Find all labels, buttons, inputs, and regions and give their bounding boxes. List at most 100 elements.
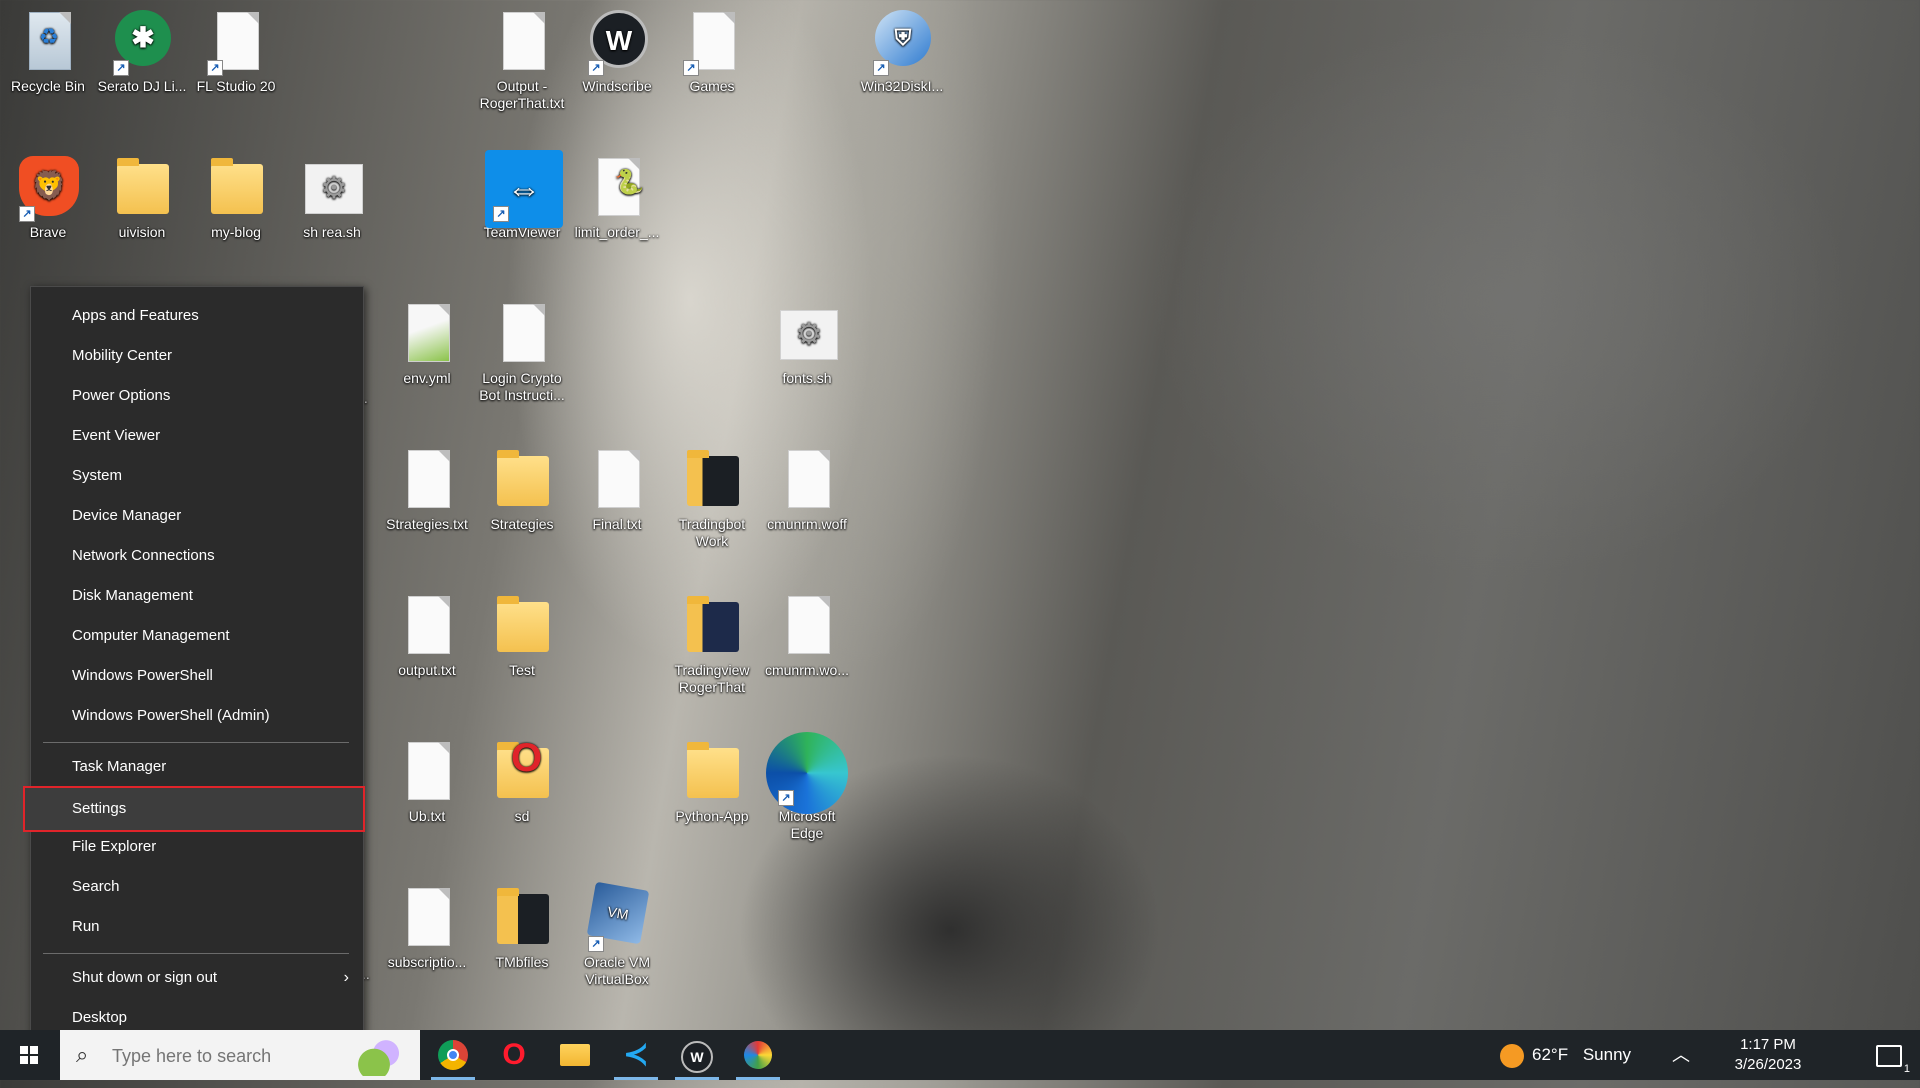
desktop-icon-tmbfiles[interactable]: TMbfiles	[474, 878, 570, 971]
taskbar-paint[interactable]	[728, 1030, 788, 1080]
menu-item-apps-features[interactable]: Apps and Features	[31, 297, 361, 335]
taskbar-file-explorer[interactable]	[545, 1030, 605, 1080]
icon-label: Login Crypto Bot Instructi...	[479, 370, 565, 403]
desktop-icon-games[interactable]: ↗ Games	[664, 2, 760, 95]
desktop-icon-tradingview[interactable]: Tradingview RogerThat	[664, 586, 760, 696]
menu-item-run[interactable]: Run	[31, 908, 361, 946]
win32-disk-imager-icon: ⛨ ↗	[871, 10, 933, 76]
menu-separator	[43, 742, 349, 743]
menu-item-shut-down[interactable]: Shut down or sign out ›	[31, 959, 361, 997]
icon-label: limit_order_...	[574, 224, 660, 240]
folder-icon	[111, 156, 173, 220]
icon-label: Games	[689, 78, 735, 94]
desktop-icon-tradingbot-work[interactable]: Tradingbot Work	[664, 440, 760, 550]
desktop-icon-brave[interactable]: 🦁 ↗ Brave	[0, 148, 96, 241]
desktop-icon-test[interactable]: Test	[474, 586, 570, 679]
icon-label: cmunrm.wo...	[764, 662, 849, 678]
desktop-icon-login-crypto[interactable]: Login Crypto Bot Instructi...	[474, 294, 570, 404]
taskbar-chrome[interactable]	[423, 1030, 483, 1080]
icon-label: env.yml	[403, 370, 451, 386]
folder-icon	[491, 886, 553, 950]
file-icon	[776, 448, 838, 512]
folder-icon	[491, 594, 553, 658]
menu-item-network-connections[interactable]: Network Connections	[31, 537, 361, 575]
file-icon: ↗	[681, 10, 743, 76]
menu-item-search[interactable]: Search	[31, 868, 361, 906]
desktop-icon-fonts-sh[interactable]: ⚙ fonts.sh	[759, 294, 855, 387]
taskbar-opera[interactable]: O	[484, 1030, 544, 1080]
icon-label: Serato DJ Li...	[97, 78, 187, 94]
desktop-icon-fl-studio[interactable]: ↗ FL Studio 20	[188, 2, 284, 95]
taskbar-vscode[interactable]: ≺	[606, 1030, 666, 1080]
menu-item-disk-management[interactable]: Disk Management	[31, 577, 361, 615]
text-file-icon	[491, 10, 553, 74]
desktop-icon-sd[interactable]: O sd	[474, 732, 570, 825]
desktop-icon-teamviewer[interactable]: ⇔ ↗ TeamViewer	[474, 148, 570, 241]
script-file-icon: ⚙	[776, 302, 838, 366]
menu-item-windows-powershell-admin[interactable]: Windows PowerShell (Admin)	[31, 697, 361, 735]
desktop-icon-ub-txt[interactable]: Ub.txt	[379, 732, 475, 825]
desktop-icon-uivision[interactable]: uivision	[94, 148, 190, 241]
search-input[interactable]	[110, 1040, 354, 1072]
desktop-icon-env-yml[interactable]: env.yml	[379, 294, 475, 387]
desktop-icon-win32diskimager[interactable]: ⛨ ↗ Win32DiskI...	[854, 2, 950, 95]
menu-item-task-manager[interactable]: Task Manager	[31, 748, 361, 786]
desktop-icon-strategies[interactable]: Strategies	[474, 440, 570, 533]
text-file-icon	[396, 594, 458, 658]
desktop-icon-serato[interactable]: ✱ ↗ Serato DJ Li...	[94, 2, 190, 95]
start-button[interactable]	[0, 1030, 58, 1080]
menu-item-event-viewer[interactable]: Event Viewer	[31, 417, 361, 455]
desktop-icon-microsoft-edge[interactable]: ↗ Microsoft Edge	[759, 732, 855, 842]
text-file-icon	[586, 448, 648, 512]
weather-widget[interactable]: 62°F Sunny	[1500, 1030, 1650, 1080]
action-center[interactable]: 1	[1864, 1030, 1914, 1080]
desktop-icon-cmunrm-woff[interactable]: cmunrm.woff	[759, 440, 855, 533]
taskbar-search[interactable]: ⌕	[60, 1030, 420, 1080]
fl-studio-icon: ↗	[205, 10, 267, 76]
desktop-icon-python-app[interactable]: Python-App	[664, 732, 760, 825]
icon-label: fonts.sh	[782, 370, 832, 386]
text-file-icon	[396, 740, 458, 804]
show-hidden-icons[interactable]: ︿	[1666, 1030, 1696, 1080]
desktop-icon-subscription[interactable]: subscriptio...	[379, 878, 475, 971]
menu-item-windows-powershell[interactable]: Windows PowerShell	[31, 657, 361, 695]
folder-icon	[491, 448, 553, 512]
menu-item-mobility-center[interactable]: Mobility Center	[31, 337, 361, 375]
desktop-icon-my-blog[interactable]: my-blog	[188, 148, 284, 241]
desktop-icon-limit-order[interactable]: 🐍 limit_order_...	[569, 148, 665, 241]
menu-item-settings[interactable]: Settings	[23, 786, 365, 832]
icon-label: cmunrm.woff	[767, 516, 847, 532]
desktop-icon-sh-rea[interactable]: ⚙ sh rea.sh	[284, 148, 380, 241]
icon-label: FL Studio 20	[196, 78, 276, 94]
icon-label: Output - RogerThat.txt	[479, 78, 565, 111]
desktop-icon-output-rogerthat[interactable]: Output - RogerThat.txt	[474, 2, 570, 112]
desktop-icon-virtualbox[interactable]: VM ↗ Oracle VM VirtualBox	[569, 878, 665, 988]
menu-item-label: Shut down or sign out	[72, 969, 218, 986]
teamviewer-icon: ⇔ ↗	[485, 150, 563, 228]
brave-icon: 🦁 ↗	[17, 156, 79, 222]
clock[interactable]: 1:17 PM 3/26/2023	[1708, 1030, 1828, 1085]
icon-label: my-blog	[211, 224, 261, 240]
icon-label: TMbfiles	[495, 954, 549, 970]
file-icon	[776, 594, 838, 658]
menu-item-device-manager[interactable]: Device Manager	[31, 497, 361, 535]
paint-icon	[744, 1041, 772, 1069]
desktop-icon-final-txt[interactable]: Final.txt	[569, 440, 665, 533]
desktop-icon-cmunrm-wo[interactable]: cmunrm.wo...	[759, 586, 855, 679]
menu-item-system[interactable]: System	[31, 457, 361, 495]
chevron-up-icon: ︿	[1672, 1045, 1690, 1065]
menu-item-file-explorer[interactable]: File Explorer	[31, 828, 361, 866]
icon-label: Win32DiskI...	[860, 78, 944, 94]
desktop-icon-strategies-txt[interactable]: Strategies.txt	[379, 440, 475, 533]
menu-item-power-options[interactable]: Power Options	[31, 377, 361, 415]
taskbar-windscribe[interactable]: W	[667, 1030, 727, 1080]
search-icon: ⌕	[76, 1042, 89, 1067]
desktop-icon-windscribe[interactable]: W ↗ Windscribe	[569, 2, 665, 95]
opera-folder-icon: O	[491, 738, 553, 804]
script-file-icon: ⚙	[301, 156, 363, 220]
desktop-icon-output-txt[interactable]: output.txt	[379, 586, 475, 679]
menu-item-computer-management[interactable]: Computer Management	[31, 617, 361, 655]
folder-icon	[681, 594, 743, 658]
desktop-icon-recycle-bin[interactable]: ♻ Recycle Bin	[0, 2, 96, 95]
icon-label: uivision	[118, 224, 166, 240]
